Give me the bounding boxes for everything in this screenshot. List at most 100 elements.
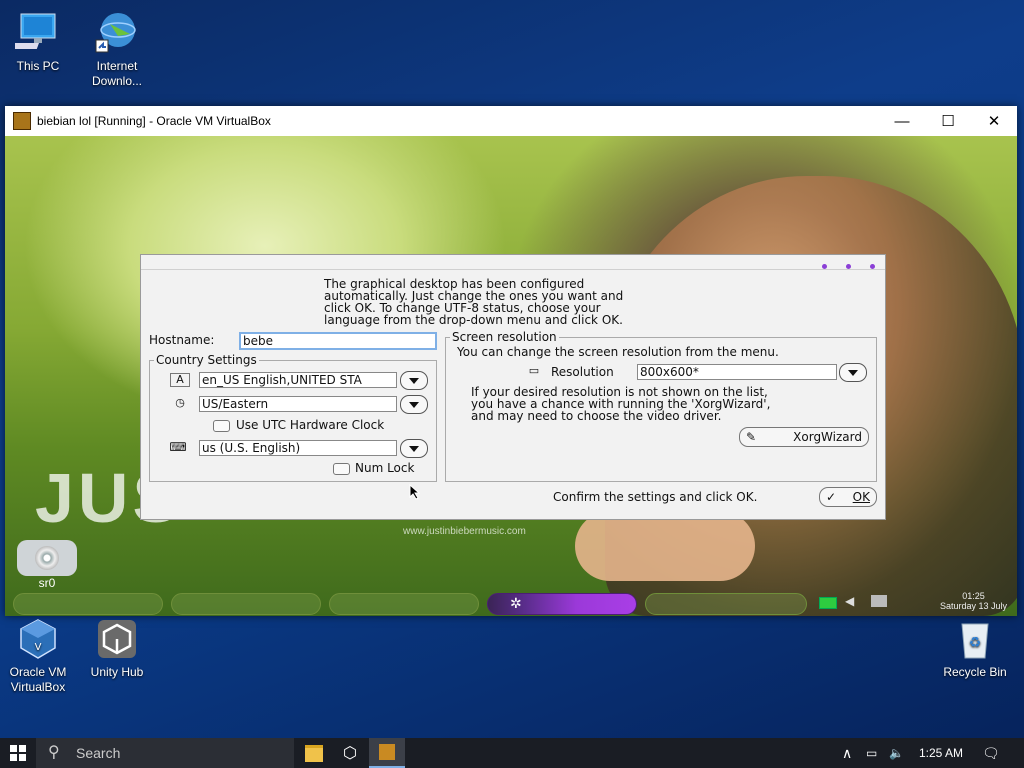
guest-clock[interactable]: 01:25 Saturday 13 July [940,591,1007,611]
desktop-icon-label: Recycle Bin [943,665,1007,679]
locale-select[interactable]: en_US English,UNITED STA [199,372,397,388]
screen-resolution-title: Screen resolution [450,330,559,344]
hostname-label: Hostname: [149,333,215,347]
desktop-config-dialog[interactable]: The graphical desktop has been configure… [140,254,886,520]
guest-task-slot-3[interactable] [329,593,479,615]
desktop-icon-virtualbox[interactable]: V Oracle VM VirtualBox [0,616,78,695]
xorg-help-line: and may need to choose the video driver. [471,409,722,423]
unity-hub-icon [94,616,140,662]
xorgwizard-button-label: XorgWizard [793,430,862,444]
tools-icon: ✲ [510,595,522,611]
computer-icon [10,10,61,56]
maximize-button[interactable]: ☐ [925,106,971,136]
search-icon: ⚲ [48,744,60,761]
ok-button-label: OK [852,490,870,504]
desktop-icon-label-line2: VirtualBox [10,680,66,694]
language-icon: A [170,373,190,387]
guest-drive-sr0[interactable]: sr0 [15,540,79,590]
tray-icon[interactable] [871,595,887,607]
guest-taskbar: ✲ ◀ 01:25 Saturday 13 July [13,591,1013,615]
virtualbox-icon: V [15,616,61,662]
timezone-select[interactable]: US/Eastern [199,396,397,412]
wallpaper-url: www.justinbiebermusic.com [403,526,526,537]
window-titlebar[interactable]: biebian lol [Running] - Oracle VM Virtua… [5,106,1017,136]
monitor-icon: ▭ [528,364,540,377]
guest-clock-time: 01:25 [962,591,985,601]
close-button[interactable]: ✕ [971,106,1017,136]
hostname-input[interactable]: bebe [239,332,437,350]
desktop-icon-recycle-bin[interactable]: ♻ Recycle Bin [935,616,1015,680]
checkmark-icon: ✓ [826,490,837,504]
close-icon: ✕ [987,113,1001,130]
xorgwizard-button[interactable]: ✎ XorgWizard [739,427,869,447]
tray-network-icon[interactable]: ▭ [866,738,877,768]
windows-logo-icon [10,745,26,761]
desktop-icon-label: Internet [96,59,138,73]
utc-label: Use UTC Hardware Clock [236,418,385,432]
svg-text:V: V [35,642,42,653]
wallpaper-hand [575,511,755,581]
desktop-icon-internet-download[interactable]: Internet Downlo... [77,10,157,89]
desktop-icon-label: Unity Hub [90,665,144,679]
dialog-dot-icon[interactable] [870,264,875,269]
dialog-dot-icon[interactable] [846,264,851,269]
ok-button[interactable]: ✓ OK [819,487,877,507]
action-center-icon[interactable]: 🗨 [982,738,1000,768]
resolution-label: Resolution [551,365,614,379]
download-manager-icon [94,10,140,56]
intro-line: language from the drop-down menu and cli… [324,313,623,327]
guest-task-active[interactable]: ✲ [487,593,637,615]
guest-task-slot-2[interactable] [171,593,321,615]
recycle-bin-icon: ♻ [952,616,998,662]
cdrom-icon [17,540,77,576]
confirm-text: Confirm the settings and click OK. [553,490,758,504]
desktop-icon-label: This PC [16,59,60,73]
virtualbox-app-icon [13,112,31,130]
minimize-icon: — [894,112,910,130]
volume-icon[interactable]: ◀ [845,594,854,608]
tray-volume-muted-icon[interactable]: 🔈 [889,738,904,768]
dialog-window-buttons[interactable] [803,258,875,272]
virtualbox-taskbar-icon [379,744,395,760]
drive-label: sr0 [38,576,56,590]
tray-overflow-chevron-icon[interactable]: ∧ [842,738,852,768]
dialog-dot-icon[interactable] [822,264,827,269]
screen-resolution-description: You can change the screen resolution fro… [457,345,779,359]
start-button[interactable] [0,738,36,768]
taskbar-file-explorer[interactable] [296,738,332,768]
guest-clock-date: Saturday 13 July [939,601,1007,611]
folder-icon [305,744,323,762]
resolution-dropdown-button[interactable] [839,363,867,382]
maximize-icon: ☐ [941,113,955,130]
clock-icon: ◷ [175,396,185,409]
taskbar-virtualbox[interactable] [369,738,405,768]
taskbar-clock[interactable]: 1:25 AM [919,738,963,768]
resolution-select[interactable]: 800x600* [637,364,837,380]
desktop-icon-unity-hub[interactable]: Unity Hub [77,616,157,680]
xorg-help-text: If your desired resolution is not shown … [471,386,770,422]
keyboard-dropdown-button[interactable] [400,439,428,458]
taskbar-search-box[interactable]: ⚲ Search [36,738,294,768]
window-title: biebian lol [Running] - Oracle VM Virtua… [37,114,271,128]
keyboard-icon: ⌨ [169,440,187,454]
unity-icon: ⬡ [343,745,357,762]
utc-checkbox[interactable] [213,420,230,432]
dialog-titlebar[interactable] [141,255,885,270]
guest-task-slot-5[interactable] [645,593,807,615]
network-icon[interactable] [819,597,837,609]
numlock-label: Num Lock [355,461,415,475]
minimize-button[interactable]: — [879,106,925,136]
keyboard-select[interactable]: us (U.S. English) [199,440,397,456]
locale-dropdown-button[interactable] [400,371,428,390]
numlock-checkbox[interactable] [333,463,350,475]
desktop-icon-label-line2: Downlo... [91,74,143,88]
windows-taskbar: ⚲ Search ⬡ ∧ ▭ 🔈 1:25 AM 🗨 [0,738,1024,768]
guest-task-slot-1[interactable] [13,593,163,615]
country-settings-title: Country Settings [154,353,259,367]
wand-icon: ✎ [746,430,757,444]
desktop-icon-label: Oracle VM [9,665,67,679]
taskbar-unity-hub[interactable]: ⬡ [332,738,368,768]
search-placeholder: Search [76,745,121,761]
timezone-dropdown-button[interactable] [400,395,428,414]
desktop-icon-this-pc[interactable]: This PC [0,10,78,74]
